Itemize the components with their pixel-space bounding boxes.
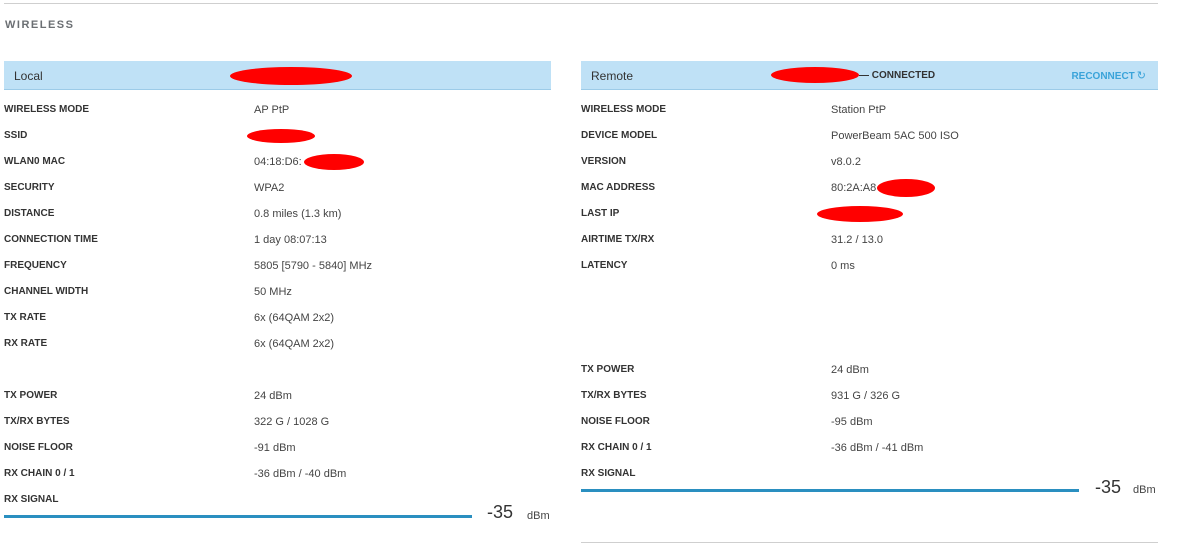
local-row-tx-rx-bytes: TX/RX BYTES 322 G / 1028 G	[4, 416, 330, 428]
reconnect-button[interactable]: RECONNECT ↻	[1071, 69, 1146, 82]
connection-status: — CONNECTED	[859, 70, 936, 81]
local-row-wireless-mode: WIRELESS MODE AP PtP	[4, 104, 290, 116]
redaction-mark	[230, 67, 352, 85]
local-row-distance: DISTANCE 0.8 miles (1.3 km)	[4, 208, 342, 220]
remote-rx-signal-value: -35	[1095, 477, 1122, 497]
local-header: Local	[4, 61, 551, 90]
local-rx-signal-bar	[4, 515, 472, 518]
local-row-ssid: SSID	[4, 123, 551, 149]
section-title: WIRELESS	[5, 19, 75, 31]
remote-rx-signal-bar	[581, 489, 1079, 492]
local-header-label: Local	[14, 69, 43, 83]
remote-row-rx-signal: RX SIGNAL	[581, 468, 636, 479]
remote-row-wireless-mode: WIRELESS MODE Station PtP	[581, 104, 887, 116]
local-row-connection-time: CONNECTION TIME 1 day 08:07:13	[4, 234, 327, 246]
top-divider	[4, 3, 1158, 4]
reconnect-label: RECONNECT	[1071, 71, 1135, 82]
local-row-tx-power: TX POWER 24 dBm	[4, 390, 292, 402]
remote-header: Remote — CONNECTED RECONNECT ↻	[581, 61, 1158, 90]
remote-row-last-ip: LAST IP	[581, 201, 1158, 227]
remote-row-tx-rx-bytes: TX/RX BYTES 931 G / 326 G	[581, 390, 901, 402]
local-rx-signal-value: -35	[487, 502, 514, 522]
local-row-noise-floor: NOISE FLOOR -91 dBm	[4, 442, 296, 454]
remote-row-version: VERSION v8.0.2	[581, 156, 861, 168]
remote-row-latency: LATENCY 0 ms	[581, 260, 855, 272]
local-row-wlan0-mac: WLAN0 MAC 04:18:D6:	[4, 149, 551, 175]
redaction-mark	[877, 179, 935, 197]
redaction-mark	[771, 67, 859, 83]
local-row-channel-width: CHANNEL WIDTH 50 MHz	[4, 286, 292, 298]
redaction-mark	[817, 206, 903, 222]
remote-row-device-model: DEVICE MODEL PowerBeam 5AC 500 ISO	[581, 130, 959, 142]
refresh-icon: ↻	[1136, 70, 1146, 82]
remote-rx-signal-unit: dBm	[1133, 484, 1156, 496]
remote-row-rx-chain: RX CHAIN 0 / 1 -36 dBm / -41 dBm	[581, 442, 924, 454]
remote-row-airtime: AIRTIME TX/RX 31.2 / 13.0	[581, 234, 883, 246]
remote-row-mac-address: MAC ADDRESS 80:2A:A8	[581, 175, 1158, 201]
remote-row-noise-floor: NOISE FLOOR -95 dBm	[581, 416, 873, 428]
redaction-mark	[304, 154, 364, 170]
local-row-tx-rate: TX RATE 6x (64QAM 2x2)	[4, 312, 335, 324]
remote-panel: Remote — CONNECTED RECONNECT ↻ WIRELESS M…	[581, 61, 1158, 479]
local-row-rx-signal: RX SIGNAL	[4, 494, 59, 505]
bottom-divider	[581, 542, 1158, 543]
remote-row-tx-power: TX POWER 24 dBm	[581, 364, 869, 376]
local-row-security: SECURITY WPA2	[4, 182, 285, 194]
local-row-frequency: FREQUENCY 5805 [5790 - 5840] MHz	[4, 260, 373, 272]
local-row-rx-chain: RX CHAIN 0 / 1 -36 dBm / -40 dBm	[4, 468, 347, 480]
local-rx-signal-unit: dBm	[527, 510, 550, 522]
local-row-rx-rate: RX RATE 6x (64QAM 2x2)	[4, 338, 335, 350]
local-panel: Local WIRELESS MODE AP PtP SSID WLAN0 MAC…	[4, 61, 551, 505]
remote-header-label: Remote	[591, 69, 634, 83]
redaction-mark	[247, 129, 315, 143]
